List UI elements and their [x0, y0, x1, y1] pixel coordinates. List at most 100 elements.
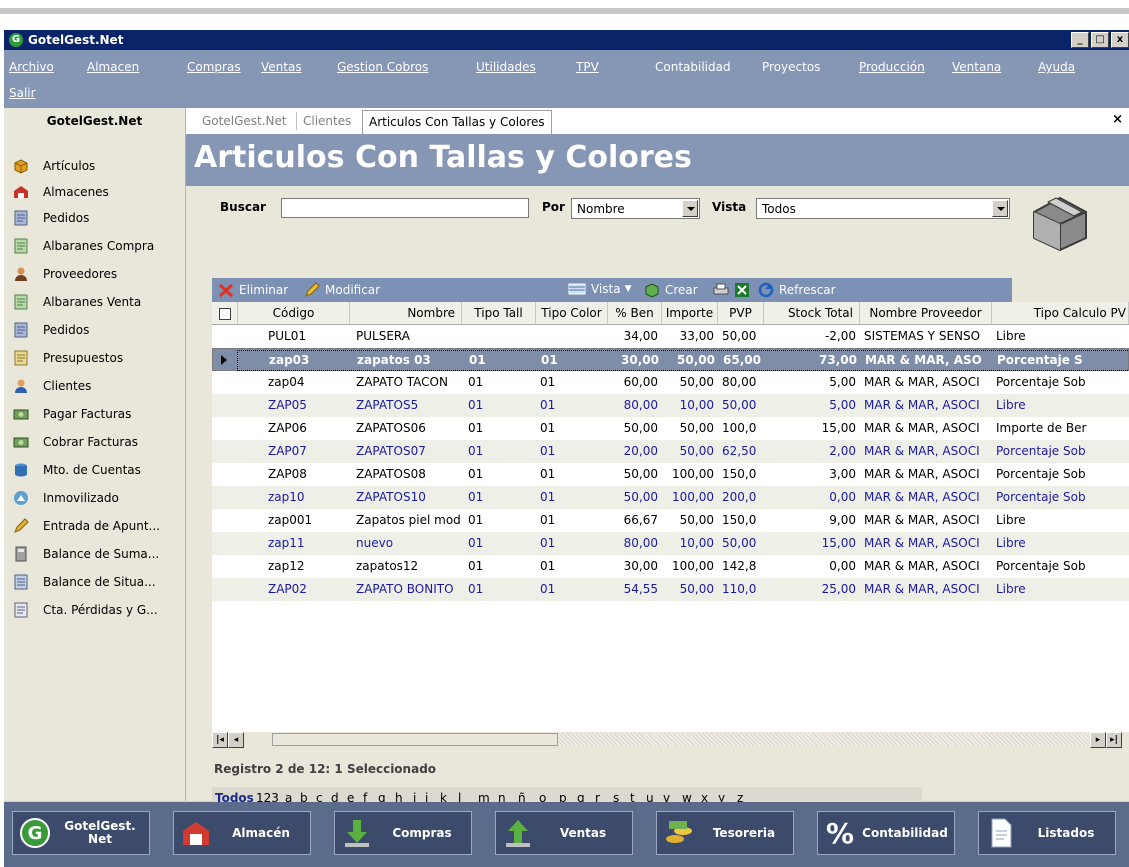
- cell-pvp[interactable]: 150,0: [718, 463, 764, 486]
- table-row[interactable]: zap11 nuevo 01 01 80,00 10,00 50,00 15,00 MAR & …: [212, 532, 1129, 555]
- cell-pct-ben[interactable]: 80,00: [608, 394, 662, 417]
- cell-importe[interactable]: 100,00: [662, 463, 718, 486]
- cell-tipo-calculo[interactable]: Porcentaje Sob: [992, 555, 1129, 578]
- cell-codigo[interactable]: ZAP05: [238, 394, 350, 417]
- cell-nombre[interactable]: nuevo: [350, 532, 462, 555]
- cell-stock-total[interactable]: 3,00: [764, 463, 860, 486]
- cell-pct-ben[interactable]: 50,00: [608, 417, 662, 440]
- cell-stock-total[interactable]: 9,00: [764, 509, 860, 532]
- cell-tipo-talla[interactable]: 01: [462, 463, 536, 486]
- cell-tipo-talla[interactable]: 01: [462, 417, 536, 440]
- cell-pvp[interactable]: 50,00: [718, 394, 764, 417]
- cell-nombre[interactable]: Zapatos piel mod: [350, 509, 462, 532]
- sidebar-item-clientes[interactable]: Clientes: [4, 372, 185, 400]
- cell-pct-ben[interactable]: 30,00: [609, 349, 663, 372]
- cell-tipo-color[interactable]: 01: [536, 440, 608, 463]
- cell-tipo-talla[interactable]: 01: [463, 349, 537, 372]
- vista-select[interactable]: Todos: [756, 198, 1010, 219]
- col-header-stock-total[interactable]: Stock Total: [764, 302, 860, 324]
- cell-tipo-calculo[interactable]: Libre: [992, 509, 1129, 532]
- cell-nombre[interactable]: ZAPATOS06: [350, 417, 462, 440]
- cell-nombre-proveedor[interactable]: MAR & MAR, ASOCI: [860, 486, 992, 509]
- sidebar-item-albaranes-venta[interactable]: Albaranes Venta: [4, 288, 185, 316]
- menu-gestion-cobros[interactable]: Gestion Cobros: [337, 60, 428, 74]
- scroll-last-icon[interactable]: ▸|: [1106, 732, 1122, 748]
- table-row[interactable]: zap10 ZAPATOS10 01 01 50,00 100,00 200,0 0,00 MA…: [212, 486, 1129, 509]
- refrescar-button[interactable]: Refrescar: [758, 282, 836, 298]
- cell-importe[interactable]: 50,00: [662, 440, 718, 463]
- cell-tipo-color[interactable]: 01: [536, 486, 608, 509]
- cell-stock-total[interactable]: 15,00: [764, 417, 860, 440]
- cell-nombre[interactable]: zapatos 03: [351, 349, 463, 372]
- sidebar-item-almacenes[interactable]: Almacenes: [4, 180, 185, 204]
- cell-nombre[interactable]: PULSERA: [350, 325, 462, 348]
- launcher-contabilidad-button[interactable]: % Contabilidad: [817, 811, 955, 855]
- cell-importe[interactable]: 50,00: [662, 417, 718, 440]
- cell-pct-ben[interactable]: 54,55: [608, 578, 662, 601]
- cell-importe[interactable]: 50,00: [662, 578, 718, 601]
- col-header-tipo-calculo[interactable]: Tipo Calculo PV: [992, 302, 1129, 324]
- cell-pvp[interactable]: 110,0: [718, 578, 764, 601]
- cell-nombre-proveedor[interactable]: MAR & MAR, ASOCI: [860, 371, 992, 394]
- cell-tipo-color[interactable]: 01: [536, 394, 608, 417]
- cell-tipo-calculo[interactable]: Libre: [992, 532, 1129, 555]
- cell-tipo-color[interactable]: 01: [536, 578, 608, 601]
- tab-gotelgest[interactable]: GotelGest.Net: [202, 114, 287, 128]
- menu-produccion[interactable]: Producción: [859, 60, 925, 74]
- col-header-tipo-talla[interactable]: Tipo Tall: [462, 302, 536, 324]
- sidebar-item-presupuestos[interactable]: Presupuestos: [4, 344, 185, 372]
- eliminar-button[interactable]: Eliminar: [218, 282, 288, 298]
- cell-tipo-calculo[interactable]: Porcentaje Sob: [992, 486, 1129, 509]
- cell-nombre-proveedor[interactable]: MAR & MAR, ASOCI: [860, 417, 992, 440]
- cell-codigo[interactable]: ZAP08: [238, 463, 350, 486]
- col-header-nombre[interactable]: Nombre: [350, 302, 462, 324]
- cell-pvp[interactable]: 150,0: [718, 509, 764, 532]
- cell-stock-total[interactable]: 5,00: [764, 371, 860, 394]
- cell-pct-ben[interactable]: 34,00: [608, 325, 662, 348]
- cell-codigo[interactable]: zap04: [238, 371, 350, 394]
- sidebar-item-balance-situacion[interactable]: Balance de Situa...: [4, 568, 185, 596]
- menu-proyectos[interactable]: Proyectos: [762, 60, 820, 74]
- table-row[interactable]: ZAP02 ZAPATO BONITO 01 01 54,55 50,00 110,0 25,…: [212, 578, 1129, 601]
- cell-codigo[interactable]: ZAP02: [238, 578, 350, 601]
- menu-archivo[interactable]: Archivo: [9, 60, 54, 74]
- maximize-button[interactable]: □: [1091, 32, 1109, 48]
- table-row[interactable]: ZAP07 ZAPATOS07 01 01 20,00 50,00 62,50 2,00 MAR…: [212, 440, 1129, 463]
- cell-pvp[interactable]: 65,00: [719, 349, 765, 372]
- menu-ventas[interactable]: Ventas: [261, 60, 302, 74]
- sidebar-item-inmovilizado[interactable]: Inmovilizado: [4, 484, 185, 512]
- cell-pvp[interactable]: 50,00: [718, 532, 764, 555]
- sidebar-item-cobrar-facturas[interactable]: Cobrar Facturas: [4, 428, 185, 456]
- cell-pct-ben[interactable]: 30,00: [608, 555, 662, 578]
- cell-tipo-talla[interactable]: 01: [462, 509, 536, 532]
- sidebar-item-balance-sumas[interactable]: Balance de Suma...: [4, 540, 185, 568]
- chevron-down-icon[interactable]: [992, 200, 1008, 217]
- cell-nombre[interactable]: ZAPATO BONITO: [350, 578, 462, 601]
- table-row[interactable]: ZAP08 ZAPATOS08 01 01 50,00 100,00 150,0 3,00 MA…: [212, 463, 1129, 486]
- launcher-tesoreria-button[interactable]: Tesoreria: [656, 811, 794, 855]
- cell-stock-total[interactable]: 15,00: [764, 532, 860, 555]
- cell-codigo[interactable]: ZAP06: [238, 417, 350, 440]
- cell-pvp[interactable]: 200,0: [718, 486, 764, 509]
- table-row[interactable]: zap04 ZAPATO TACON 01 01 60,00 50,00 80,00 5,00…: [212, 371, 1129, 394]
- cell-tipo-color[interactable]: 01: [537, 349, 609, 372]
- cell-pvp[interactable]: 50,00: [718, 325, 764, 348]
- menu-contabilidad[interactable]: Contabilidad: [655, 60, 731, 74]
- launcher-ventas-button[interactable]: Ventas: [495, 811, 633, 855]
- cell-importe[interactable]: 10,00: [662, 532, 718, 555]
- close-window-button[interactable]: x: [1111, 32, 1129, 48]
- scroll-left-icon[interactable]: ◂: [228, 732, 244, 748]
- cell-tipo-talla[interactable]: 01: [462, 532, 536, 555]
- scrollbar-thumb[interactable]: [272, 733, 558, 746]
- cell-stock-total[interactable]: 2,00: [764, 440, 860, 463]
- cell-importe[interactable]: 50,00: [662, 509, 718, 532]
- menu-tpv[interactable]: TPV: [576, 60, 599, 74]
- modificar-button[interactable]: Modificar: [304, 282, 380, 298]
- cell-tipo-calculo[interactable]: Libre: [992, 325, 1129, 348]
- scroll-right-icon[interactable]: ▸: [1090, 732, 1106, 748]
- cell-pvp[interactable]: 62,50: [718, 440, 764, 463]
- horizontal-scrollbar[interactable]: |◂ ◂ ▸ ▸|: [212, 732, 1129, 748]
- cell-tipo-talla[interactable]: 01: [462, 555, 536, 578]
- table-row[interactable]: ZAP05 ZAPATOS5 01 01 80,00 10,00 50,00 5,00 MAR …: [212, 394, 1129, 417]
- cell-tipo-color[interactable]: 01: [536, 417, 608, 440]
